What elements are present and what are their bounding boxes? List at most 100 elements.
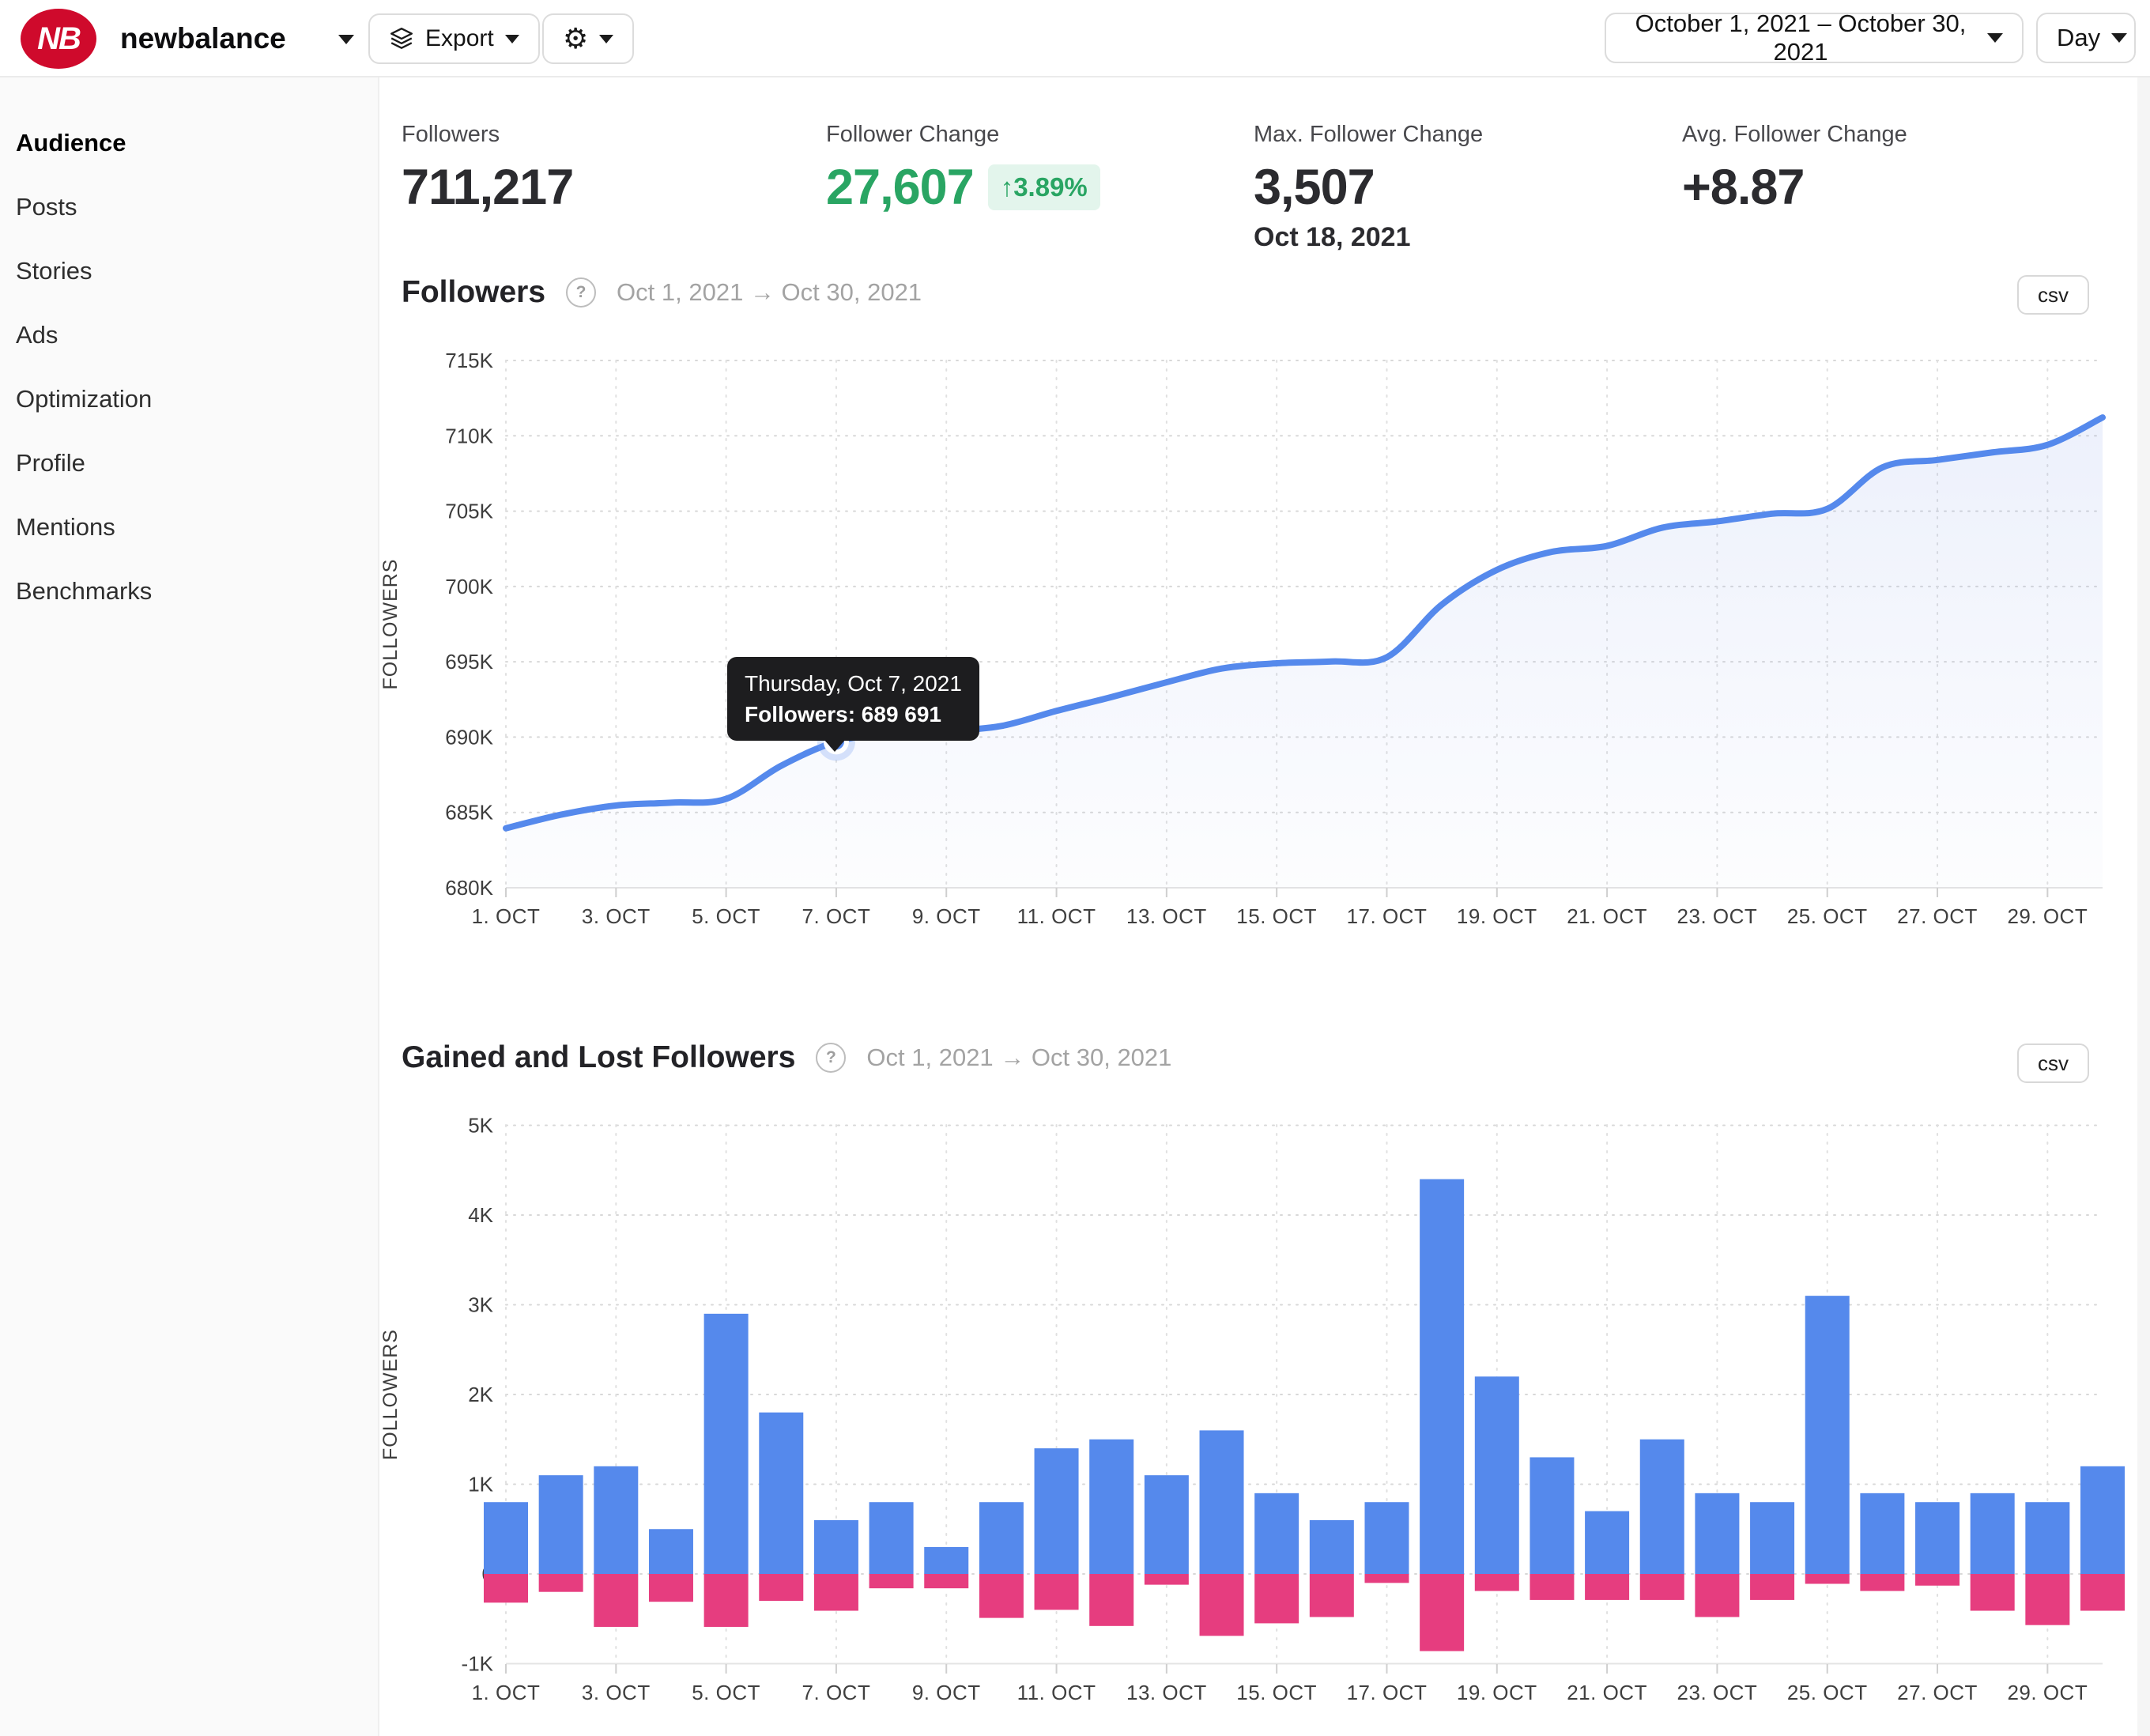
sidebar-item-profile[interactable]: Profile (16, 446, 85, 481)
layers-icon (390, 28, 413, 49)
stat-label: Max. Follower Change (1254, 122, 1484, 147)
granularity-chevron-down-icon (2111, 33, 2128, 43)
sidebar-item-posts[interactable]: Posts (16, 190, 77, 225)
svg-text:19. OCT: 19. OCT (1457, 1681, 1537, 1704)
svg-text:1. OCT: 1. OCT (472, 1681, 541, 1704)
settings-chevron-down-icon (599, 34, 614, 43)
svg-text:11. OCT: 11. OCT (1017, 1681, 1096, 1704)
svg-text:9. OCT: 9. OCT (912, 1681, 981, 1704)
svg-text:705K: 705K (445, 500, 493, 523)
stat-value: 3,507 (1254, 160, 1375, 215)
svg-text:17. OCT: 17. OCT (1347, 1681, 1428, 1704)
svg-text:29. OCT: 29. OCT (2007, 904, 2088, 928)
section-date-range: Oct 1, 2021 → Oct 30, 2021 (866, 1043, 1172, 1071)
tooltip-date: Thursday, Oct 7, 2021 (745, 671, 962, 696)
svg-text:11. OCT: 11. OCT (1017, 904, 1096, 928)
svg-text:3. OCT: 3. OCT (582, 1681, 651, 1704)
settings-button[interactable]: ⚙ (542, 13, 635, 64)
stat-label: Followers (402, 122, 500, 147)
section-title: Gained and Lost Followers (402, 1040, 796, 1074)
sidebar-item-benchmarks[interactable]: Benchmarks (16, 574, 152, 609)
date-range-button[interactable]: October 1, 2021 – October 30, 2021 (1605, 9, 2024, 66)
sidebar-item-audience[interactable]: Audience (16, 126, 126, 160)
svg-text:19. OCT: 19. OCT (1457, 904, 1537, 928)
granularity-button[interactable]: Day (2036, 13, 2136, 63)
stat-value: +8.87 (1682, 160, 1805, 215)
svg-text:21. OCT: 21. OCT (1567, 904, 1647, 928)
svg-text:2K: 2K (468, 1383, 493, 1406)
svg-text:-1K: -1K (462, 1652, 494, 1676)
svg-text:3. OCT: 3. OCT (582, 904, 651, 928)
svg-text:5. OCT: 5. OCT (692, 1681, 760, 1704)
sidebar-item-optimization[interactable]: Optimization (16, 382, 152, 417)
account-chevron-down-icon[interactable] (338, 35, 354, 44)
stat-date: Oct 18, 2021 (1254, 222, 1411, 252)
svg-text:29. OCT: 29. OCT (2007, 1681, 2088, 1704)
date-range-label: October 1, 2021 – October 30, 2021 (1635, 9, 1967, 66)
svg-text:690K: 690K (445, 725, 493, 749)
svg-text:23. OCT: 23. OCT (1677, 1681, 1758, 1704)
svg-text:7. OCT: 7. OCT (802, 1681, 871, 1704)
chart-tooltip: Thursday, Oct 7, 2021 Followers: 689 691 (727, 657, 979, 752)
help-icon[interactable]: ? (566, 277, 597, 308)
gained-lost-bar-chart[interactable]: 5K4K3K2K1K0-1K1. OCT3. OCT5. OCT7. OCT9.… (379, 1103, 2137, 1735)
account-name[interactable]: newbalance (120, 0, 286, 77)
stat-value: 27,607 (826, 160, 975, 215)
svg-text:27. OCT: 27. OCT (1897, 1681, 1978, 1704)
sidebar-item-mentions[interactable]: Mentions (16, 510, 115, 545)
help-icon[interactable]: ? (816, 1043, 847, 1073)
followers-section-header: Followers ? Oct 1, 2021 → Oct 30, 2021 (402, 275, 922, 310)
sidebar-item-stories[interactable]: Stories (16, 254, 92, 289)
svg-text:25. OCT: 25. OCT (1787, 1681, 1868, 1704)
app-header: NB newbalance Export ⚙ October 1, 2021 –… (0, 0, 2150, 77)
svg-text:23. OCT: 23. OCT (1677, 904, 1758, 928)
svg-text:3K: 3K (468, 1293, 493, 1317)
svg-text:715K: 715K (445, 349, 493, 372)
gained-lost-csv-button[interactable]: csv (2017, 1043, 2089, 1083)
newbalance-logo[interactable]: NB (21, 9, 96, 69)
stat-label: Avg. Follower Change (1682, 122, 1907, 147)
export-button[interactable]: Export (368, 13, 540, 64)
stat-followers: Followers 711,217 (402, 122, 574, 216)
tooltip-tail (824, 739, 846, 752)
svg-text:680K: 680K (445, 876, 493, 900)
stat-value: 711,217 (402, 160, 574, 215)
svg-text:17. OCT: 17. OCT (1347, 904, 1428, 928)
svg-text:695K: 695K (445, 650, 493, 674)
stat-follower-change: Follower Change 27,607 ↑3.89% (826, 122, 1100, 216)
date-range-chevron-down-icon (1987, 33, 2003, 43)
scrollbar-track[interactable] (2137, 77, 2150, 1736)
section-title: Followers (402, 275, 546, 309)
svg-text:5. OCT: 5. OCT (692, 904, 760, 928)
granularity-label: Day (2057, 24, 2101, 51)
svg-text:27. OCT: 27. OCT (1897, 904, 1978, 928)
gear-icon: ⚙ (563, 22, 589, 55)
svg-text:FOLLOWERS: FOLLOWERS (379, 559, 402, 690)
svg-text:21. OCT: 21. OCT (1567, 1681, 1647, 1704)
newbalance-logo-text: NB (37, 21, 81, 56)
sidebar-nav: Audience Posts Stories Ads Optimization … (0, 77, 379, 1736)
svg-text:5K: 5K (468, 1114, 493, 1138)
followers-csv-button[interactable]: csv (2017, 275, 2089, 315)
svg-text:15. OCT: 15. OCT (1236, 1681, 1317, 1704)
followers-line-chart[interactable]: 715K 710K 705K 700K 695K 690K 685K 680K 1. OCT 3.… (379, 332, 2137, 949)
section-date-range: Oct 1, 2021 → Oct 30, 2021 (617, 278, 922, 306)
svg-text:25. OCT: 25. OCT (1787, 904, 1868, 928)
svg-text:700K: 700K (445, 575, 493, 598)
export-chevron-down-icon (504, 34, 519, 43)
sidebar-item-ads[interactable]: Ads (16, 318, 58, 353)
stat-max-follower-change: Max. Follower Change 3,507 Oct 18, 2021 (1254, 122, 1483, 253)
tooltip-value: Followers: 689 691 (745, 702, 942, 726)
svg-text:9. OCT: 9. OCT (912, 904, 981, 928)
svg-text:685K: 685K (445, 801, 493, 825)
svg-text:13. OCT: 13. OCT (1126, 904, 1207, 928)
stat-label: Follower Change (826, 122, 1000, 147)
svg-text:1K: 1K (468, 1473, 493, 1496)
svg-text:7. OCT: 7. OCT (802, 904, 871, 928)
export-label: Export (425, 25, 494, 51)
svg-text:15. OCT: 15. OCT (1236, 904, 1317, 928)
gained-lost-section-header: Gained and Lost Followers ? Oct 1, 2021 … (402, 1040, 1171, 1075)
svg-text:13. OCT: 13. OCT (1126, 1681, 1207, 1704)
stat-avg-follower-change: Avg. Follower Change +8.87 (1682, 122, 1907, 216)
svg-text:FOLLOWERS: FOLLOWERS (379, 1329, 402, 1460)
